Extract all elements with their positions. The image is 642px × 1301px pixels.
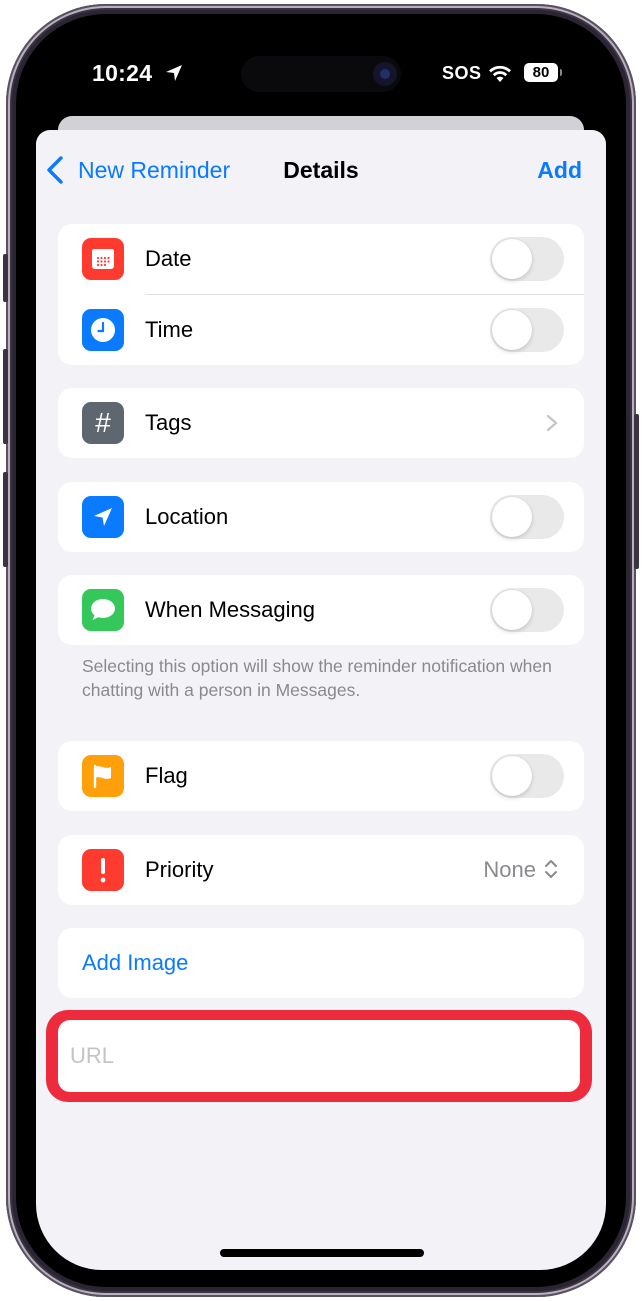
row-add-image[interactable]: Add Image <box>58 928 584 998</box>
hashtag-icon: # <box>82 402 124 444</box>
add-image-group: Add Image <box>58 928 584 998</box>
row-priority[interactable]: Priority None <box>58 835 584 905</box>
status-time: 10:24 <box>92 60 153 86</box>
location-icon <box>82 496 124 538</box>
volume-down-button <box>3 472 8 567</box>
volume-up-button <box>3 349 8 444</box>
tags-group: # Tags <box>58 388 584 458</box>
row-label: Priority <box>145 857 214 882</box>
location-group: Location <box>58 482 584 552</box>
row-time: Time <box>58 295 584 365</box>
chevron-right-icon <box>546 414 558 432</box>
calendar-icon <box>82 238 124 280</box>
date-time-group: Date Time <box>58 224 584 365</box>
chevron-up-down-icon <box>545 860 557 878</box>
location-arrow-icon <box>166 65 182 81</box>
row-when-messaging: When Messaging <box>58 575 584 645</box>
toggle-knob <box>492 756 532 796</box>
toggle-knob <box>492 590 532 630</box>
message-bubble-icon <box>82 589 124 631</box>
url-input[interactable] <box>58 1020 580 1092</box>
row-flag: Flag <box>58 741 584 811</box>
side-button <box>634 414 639 569</box>
add-button[interactable]: Add <box>537 157 582 184</box>
screen: 10:24 SOS 80 New Reminder Details Add Da… <box>36 30 606 1270</box>
priority-value: None <box>483 857 536 882</box>
row-label: Time <box>145 317 194 342</box>
row-label: Date <box>145 246 192 271</box>
row-label: When Messaging <box>145 597 315 622</box>
messaging-group: When Messaging <box>58 575 584 645</box>
nav-bar: New Reminder Details Add <box>36 130 606 214</box>
status-bar: 10:24 SOS 80 <box>36 30 606 120</box>
carrier-status: SOS <box>442 63 482 83</box>
clock-icon <box>82 309 124 351</box>
camera-icon <box>373 62 397 86</box>
time-toggle[interactable] <box>490 308 564 352</box>
row-location: Location <box>58 482 584 552</box>
row-label: Location <box>145 504 229 529</box>
flag-toggle[interactable] <box>490 754 564 798</box>
battery-percent: 80 <box>532 64 550 81</box>
priority-group: Priority None <box>58 835 584 905</box>
add-image-button[interactable]: Add Image <box>82 950 188 976</box>
row-tags[interactable]: # Tags <box>58 388 584 458</box>
page-title: Details <box>283 157 359 183</box>
wifi-icon <box>489 65 511 82</box>
action-button <box>3 254 8 302</box>
flag-group: Flag <box>58 741 584 811</box>
row-date: Date <box>58 224 584 294</box>
battery-indicator: 80 <box>524 63 562 82</box>
toggle-knob <box>492 310 532 350</box>
toggle-knob <box>492 497 532 537</box>
details-sheet: New Reminder Details Add Date Time # Tag… <box>36 130 606 1270</box>
row-label: Tags <box>145 410 192 435</box>
messaging-footer-note: Selecting this option will show the remi… <box>82 656 552 700</box>
date-toggle[interactable] <box>490 237 564 281</box>
location-toggle[interactable] <box>490 495 564 539</box>
when-messaging-toggle[interactable] <box>490 588 564 632</box>
exclamation-icon <box>82 849 124 891</box>
toggle-knob <box>492 239 532 279</box>
home-indicator[interactable] <box>220 1249 424 1257</box>
row-label: Flag <box>145 763 188 788</box>
url-highlight-outline <box>46 1010 592 1102</box>
flag-icon <box>82 755 124 797</box>
